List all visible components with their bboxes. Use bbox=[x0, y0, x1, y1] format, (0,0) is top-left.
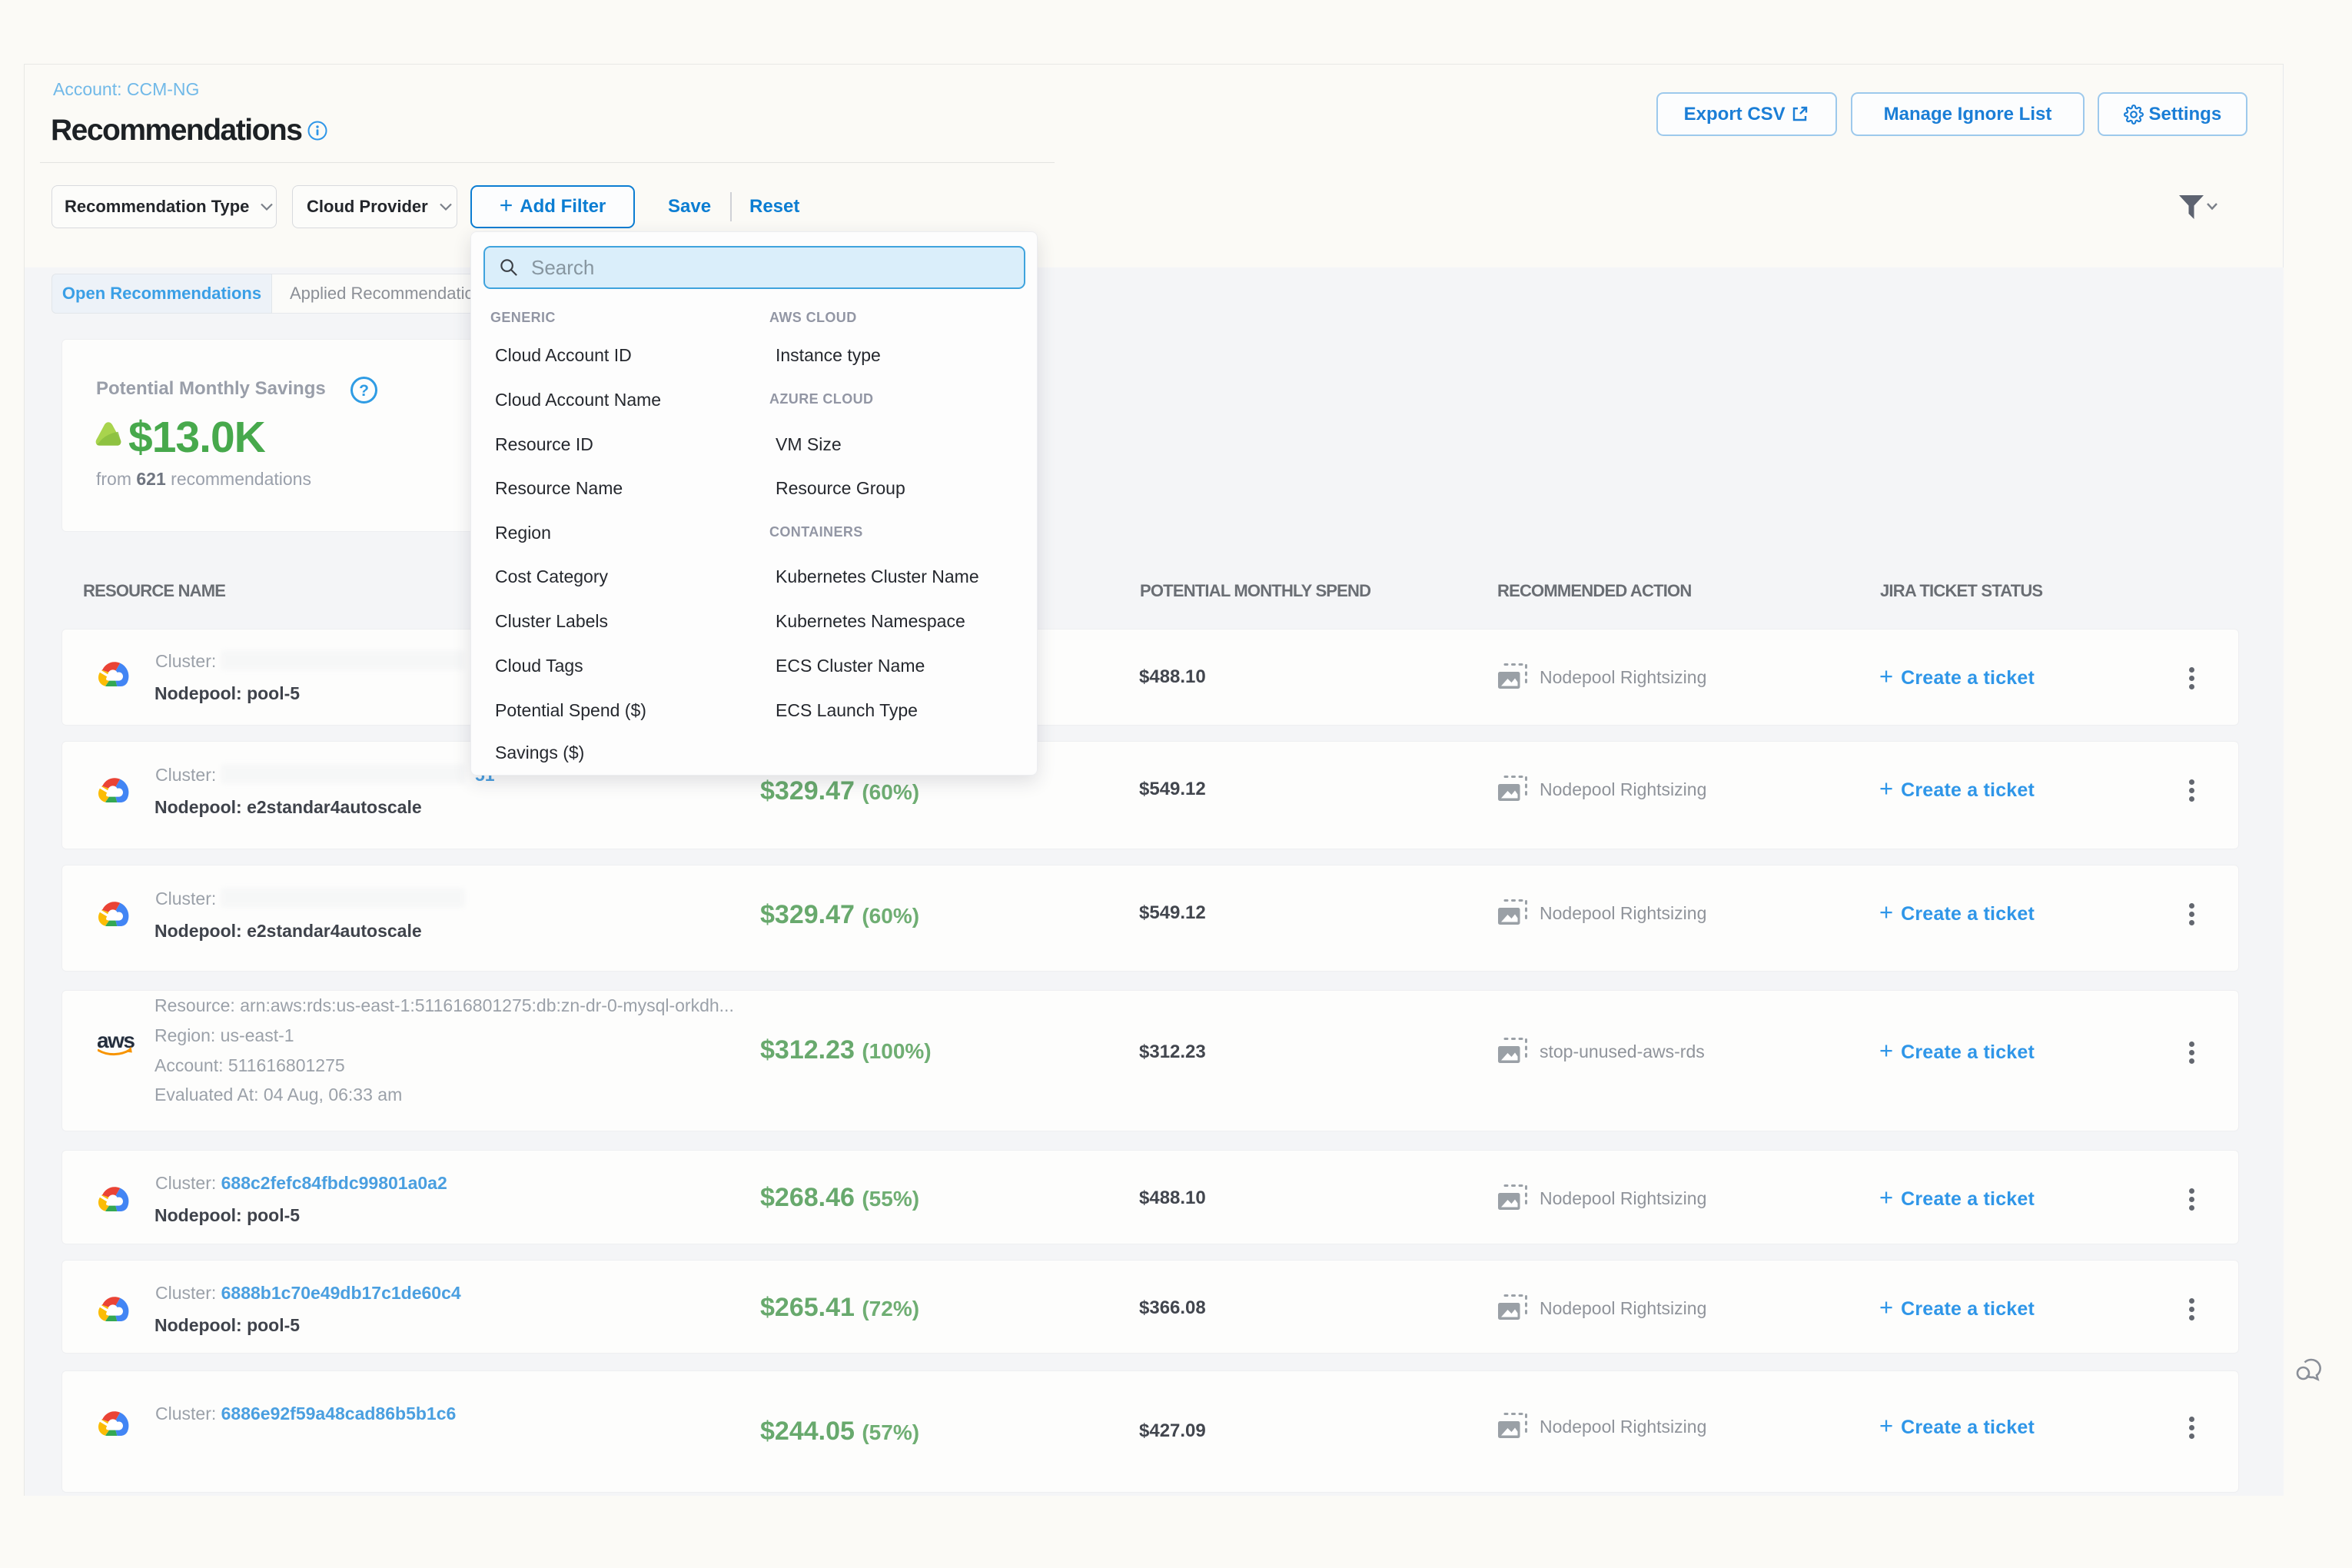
svg-text:?: ? bbox=[359, 382, 369, 400]
